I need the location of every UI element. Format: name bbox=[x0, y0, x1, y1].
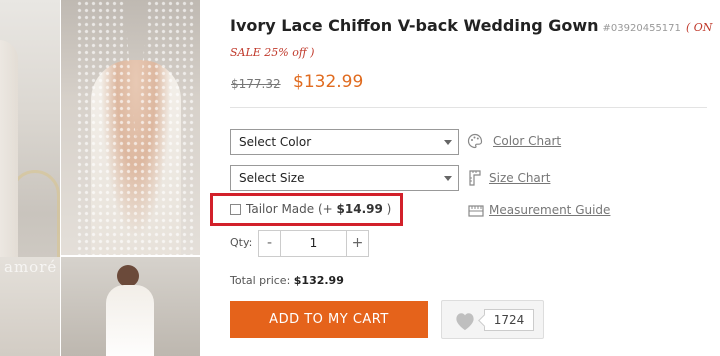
quantity-decrease-button[interactable]: - bbox=[258, 230, 281, 257]
add-to-cart-button[interactable]: ADD TO MY CART bbox=[230, 301, 428, 338]
tailor-made-label: Tailor Made (+ $14.99 ) bbox=[246, 202, 391, 216]
color-select[interactable]: Select Color bbox=[230, 129, 459, 155]
size-select-value: Select Size bbox=[239, 171, 305, 185]
product-title: Ivory Lace Chiffon V-back Wedding Gown bbox=[230, 16, 599, 35]
quantity-label: Qty: bbox=[230, 236, 253, 249]
tailor-made-price: $14.99 bbox=[336, 202, 383, 216]
quantity-increase-button[interactable]: + bbox=[346, 230, 369, 257]
divider bbox=[230, 107, 707, 108]
wishlist-button[interactable]: 1724 bbox=[441, 300, 544, 339]
current-price: $132.99 bbox=[293, 72, 364, 92]
size-chart-link[interactable]: Size Chart bbox=[489, 171, 550, 185]
model-dress bbox=[106, 285, 154, 356]
color-select-value: Select Color bbox=[239, 135, 312, 149]
tailor-made-text: Tailor Made (+ bbox=[246, 202, 337, 216]
product-sku: #03920455171 bbox=[602, 23, 681, 34]
watermark: amoré bbox=[4, 258, 58, 276]
ruler-icon bbox=[469, 170, 481, 186]
heart-icon bbox=[456, 313, 474, 331]
color-chart-link[interactable]: Color Chart bbox=[493, 134, 561, 148]
total-price-value: $132.99 bbox=[293, 274, 344, 287]
total-price-label: Total price: bbox=[230, 274, 294, 287]
quantity-input[interactable]: 1 bbox=[281, 230, 346, 257]
chevron-down-icon bbox=[444, 140, 452, 145]
product-thumb-2[interactable] bbox=[61, 257, 200, 356]
old-price: $177.32 bbox=[231, 77, 281, 91]
measuring-tape-icon bbox=[468, 205, 484, 217]
product-header: Ivory Lace Chiffon V-back Wedding Gown #0… bbox=[230, 15, 720, 64]
chevron-down-icon bbox=[444, 176, 452, 181]
palette-icon bbox=[467, 133, 483, 149]
size-select[interactable]: Select Size bbox=[230, 165, 459, 191]
wishlist-count: 1724 bbox=[484, 309, 534, 331]
total-price: Total price: $132.99 bbox=[230, 274, 344, 287]
product-photo-back[interactable] bbox=[61, 0, 200, 255]
tailor-made-checkbox[interactable] bbox=[230, 204, 241, 215]
tailor-made-suffix: ) bbox=[382, 202, 392, 216]
measurement-guide-link[interactable]: Measurement Guide bbox=[489, 203, 610, 217]
model-head bbox=[117, 265, 139, 287]
